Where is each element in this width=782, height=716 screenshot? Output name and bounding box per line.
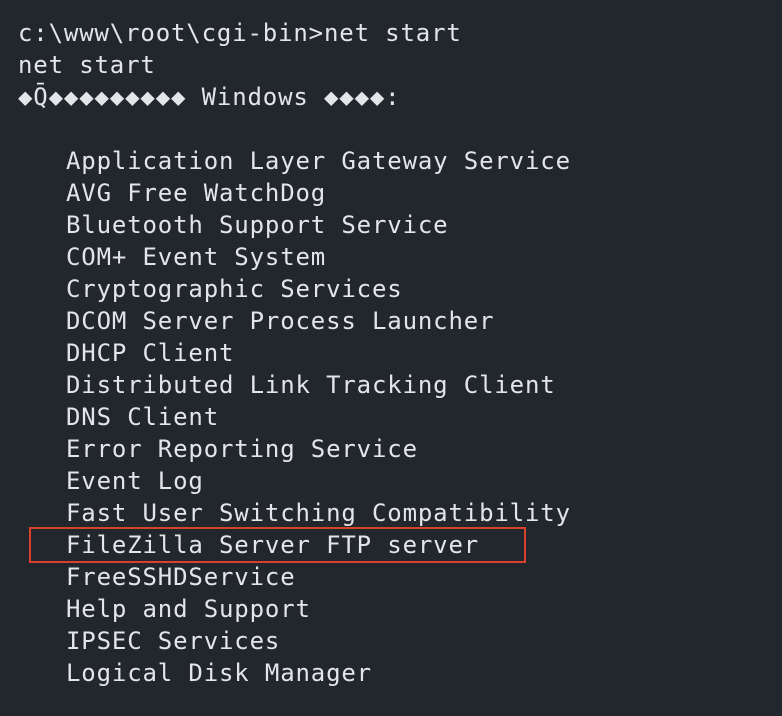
service-item: AVG Free WatchDog [66, 179, 327, 207]
service-item: Logical Disk Manager [66, 659, 372, 687]
service-item: Application Layer Gateway Service [66, 147, 571, 175]
terminal-window[interactable]: c:\www\root\cgi-bin>net start net start … [0, 0, 782, 716]
service-item: Bluetooth Support Service [66, 211, 449, 239]
service-item: Event Log [66, 467, 204, 495]
service-item: IPSEC Services [66, 627, 281, 655]
service-item: COM+ Event System [66, 243, 327, 271]
command-echo-line: net start [18, 51, 156, 79]
service-item: DNS Client [66, 403, 219, 431]
service-item: DHCP Client [66, 339, 235, 367]
service-list: Application Layer Gateway Service AVG Fr… [18, 145, 782, 689]
service-item: Distributed Link Tracking Client [66, 371, 556, 399]
service-item: Fast User Switching Compatibility [66, 499, 571, 527]
service-item: DCOM Server Process Launcher [66, 307, 495, 335]
service-item-highlighted: FileZilla Server FTP server [66, 531, 480, 559]
service-item: FreeSSHDService [66, 563, 296, 591]
service-item: Cryptographic Services [66, 275, 403, 303]
service-item: Help and Support [66, 595, 311, 623]
output-header-line: ◆Q̄◆◆◆◆◆◆◆◆◆ Windows ◆◆◆◆: [18, 83, 401, 111]
service-item: Error Reporting Service [66, 435, 418, 463]
command-prompt-line: c:\www\root\cgi-bin>net start [18, 19, 462, 47]
